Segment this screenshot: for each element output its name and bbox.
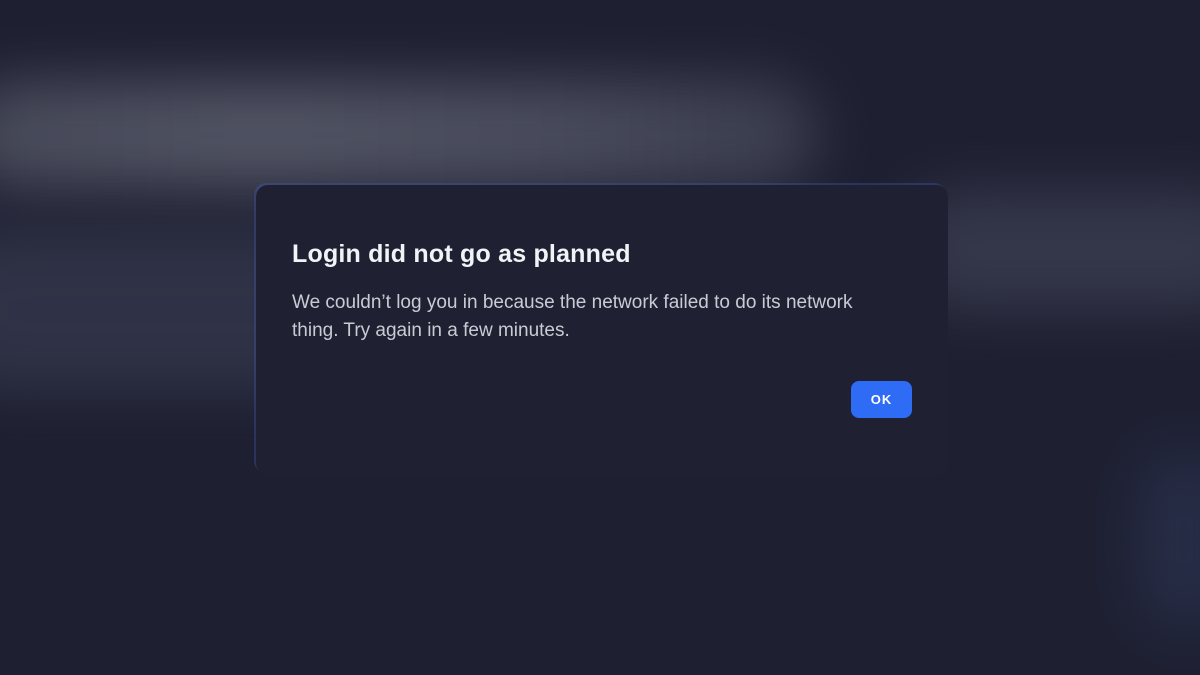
dialog-title: Login did not go as planned: [292, 240, 631, 268]
dialog-message: We couldn’t log you in because the netwo…: [292, 292, 853, 341]
ok-button[interactable]: OK: [851, 381, 912, 418]
error-dialog: Login did not go as planned We couldn’t …: [256, 185, 948, 475]
blurred-background-shape: [1140, 450, 1200, 630]
blurred-background-shape: [0, 80, 820, 190]
